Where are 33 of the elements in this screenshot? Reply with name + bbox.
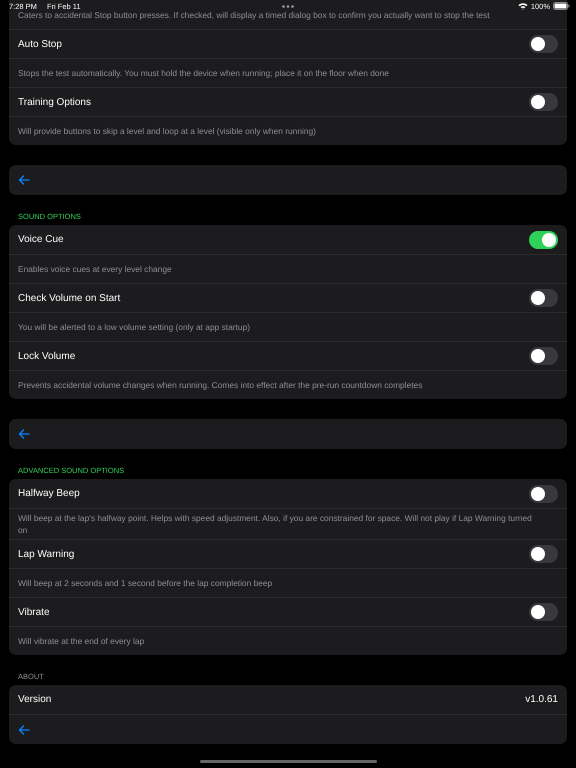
toggle-switch[interactable]: [529, 347, 558, 365]
setting-description: You will be alerted to a low volume setting (only at app startup): [18, 321, 250, 333]
toggle-switch[interactable]: [529, 289, 558, 307]
back-arrow-icon[interactable]: [18, 724, 30, 734]
battery-icon: [553, 2, 570, 10]
setting-description: Caters to accidental Stop button presses. If checked, will display a timed dialog box to confirm you actually want to stop the test: [18, 10, 490, 20]
setting-label: Voice Cue: [18, 234, 64, 245]
version-value: v1.0.61: [525, 694, 558, 705]
setting-description: Will vibrate at the end of every lap: [18, 635, 144, 647]
back-arrow-icon[interactable]: [18, 175, 30, 185]
setting-description: Enables voice cues at every level change: [18, 263, 172, 275]
setting-label: Check Volume on Start: [18, 292, 120, 304]
setting-description: Will provide buttons to skip a level and loop at a level (visible only when running): [18, 125, 316, 137]
setting-label: Version: [18, 694, 52, 705]
setting-label: Lap Warning: [18, 548, 74, 560]
setting-label: Vibrate: [18, 606, 50, 618]
setting-description: Prevents accidental volume changes when running. Comes into effect after the pre-run countdown completes: [18, 379, 422, 391]
setting-label: Halfway Beep: [18, 488, 80, 499]
toggle-switch[interactable]: [529, 35, 558, 53]
setting-label: Training Options: [18, 96, 91, 108]
toggle-switch[interactable]: [529, 93, 558, 111]
setting-description: Will beep at 2 seconds and 1 second before the lap completion beep: [18, 577, 272, 589]
setting-description: Stops the test automatically. You must hold the device when running; place it on the floor when done: [18, 67, 389, 79]
setting-description: Will beep at the lap's halfway point. Helps with speed adjustment. Also, if you are constrained for space. Will not play if Lap Warning turned on: [18, 512, 533, 536]
multitasking-dots-icon[interactable]: [282, 5, 294, 8]
toggle-switch[interactable]: [529, 484, 558, 502]
wifi-icon: [518, 2, 528, 10]
back-arrow-icon[interactable]: [18, 429, 30, 439]
toggle-switch[interactable]: [529, 545, 558, 563]
setting-label: Auto Stop: [18, 38, 62, 50]
setting-label: Lock Volume: [18, 350, 76, 362]
toggle-switch[interactable]: [529, 603, 558, 621]
toggle-switch[interactable]: [529, 230, 558, 248]
